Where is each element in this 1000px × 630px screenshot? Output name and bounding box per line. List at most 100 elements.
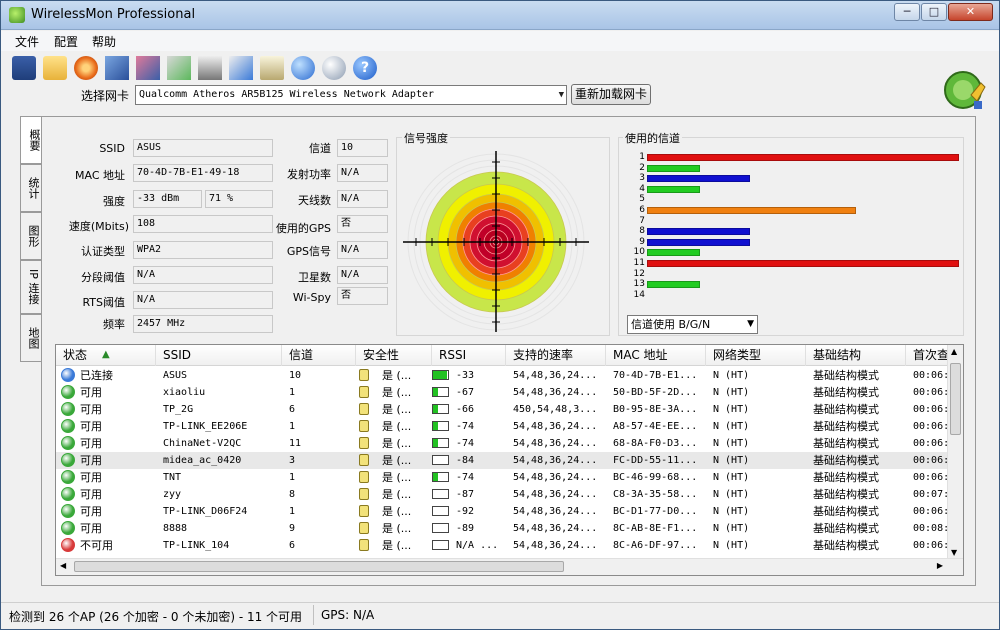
ap-first-seen: 00:07: xyxy=(913,489,950,500)
ap-infrastructure: 基础结构模式 xyxy=(813,505,879,518)
ap-security: 是 (... xyxy=(382,539,412,552)
horizontal-scrollbar[interactable]: ◀ ▶ xyxy=(56,558,963,575)
disc-icon[interactable] xyxy=(74,56,98,80)
col-security[interactable]: 安全性 xyxy=(356,345,432,366)
tab-ip-connection[interactable]: IP 连接 xyxy=(20,260,42,314)
ap-rssi: N/A ... xyxy=(456,540,499,551)
scroll-up-icon[interactable]: ▲ xyxy=(951,347,957,356)
col-channel[interactable]: 信道 xyxy=(282,345,356,366)
table-row[interactable]: 可用 TP_2G 6 是 (... -66 450,54,48,3... B0-95-8E-… xyxy=(56,401,949,418)
col-rssi[interactable]: RSSI xyxy=(432,345,506,366)
channel-row: 7 xyxy=(629,216,969,227)
ap-rssi: -74 xyxy=(456,438,475,449)
table-row[interactable]: 可用 TP-LINK_D06F24 1 是 (... -92 54,48,36,24...… xyxy=(56,503,949,520)
channel-number: 13 xyxy=(633,279,645,290)
close-button[interactable]: ✕ xyxy=(948,3,993,21)
tab-map[interactable]: 地图 xyxy=(20,314,42,362)
rssi-meter-fill xyxy=(433,405,438,413)
globe-icon[interactable] xyxy=(291,56,315,80)
ap-network-type: N (HT) xyxy=(713,370,750,381)
run-icon[interactable] xyxy=(167,56,191,80)
channel-usage-select[interactable]: 信道使用 B/G/N ▼ xyxy=(627,315,758,334)
save-icon[interactable] xyxy=(12,56,36,80)
title-bar[interactable]: WirelessMon Professional ─ □ ✕ xyxy=(1,1,999,30)
ap-network-type: N (HT) xyxy=(713,489,750,500)
ap-security: 是 (... xyxy=(382,403,412,416)
menu-config[interactable]: 配置 xyxy=(54,33,78,50)
col-infrastructure[interactable]: 基础结构 xyxy=(806,345,906,366)
ap-rssi: -74 xyxy=(456,421,475,432)
rssi-meter-fill xyxy=(433,439,438,447)
lock-icon xyxy=(359,420,369,432)
table-row[interactable]: 可用 xiaoliu 1 是 (... -67 54,48,36,24... 50-BD-5… xyxy=(56,384,949,401)
table-row[interactable]: 不可用 TP-LINK_104 6 是 (... N/A ... 54,48,36,24.… xyxy=(56,537,949,554)
ap-mac: 70-4D-7B-E1... xyxy=(613,370,698,381)
col-first-seen[interactable]: 首次查 xyxy=(906,345,949,366)
channel-row: 13 xyxy=(629,279,969,290)
lock-icon xyxy=(359,471,369,483)
satellites-label: 卫星数 xyxy=(298,271,331,284)
adapter-select[interactable]: Qualcomm Atheros AR5B125 Wireless Networ… xyxy=(135,85,567,105)
tab-graph[interactable]: 图形 xyxy=(20,212,42,260)
adapter-row: 选择网卡 Qualcomm Atheros AR5B125 Wireless N… xyxy=(1,84,999,108)
channel-number: 10 xyxy=(633,247,645,258)
freq-field: 2457 MHz xyxy=(133,315,273,333)
connect-icon[interactable] xyxy=(322,56,346,80)
ap-network-type: N (HT) xyxy=(713,404,750,415)
table-row[interactable]: 可用 ChinaNet-V2QC 11 是 (... -74 54,48,36,24...… xyxy=(56,435,949,452)
tab-overview[interactable]: 概要 xyxy=(20,116,42,164)
reload-adapter-button[interactable]: 重新加载网卡 xyxy=(571,84,651,105)
ap-status: 可用 xyxy=(80,403,102,416)
export-icon[interactable] xyxy=(229,56,253,80)
vertical-scroll-thumb[interactable] xyxy=(950,363,961,435)
open-folder-icon[interactable] xyxy=(43,56,67,80)
menu-help[interactable]: 帮助 xyxy=(92,33,116,50)
minimize-button[interactable]: ─ xyxy=(894,3,920,21)
ap-infrastructure: 基础结构模式 xyxy=(813,420,879,433)
col-status[interactable]: 状态 ▲ xyxy=(56,345,156,366)
col-mac[interactable]: MAC 地址 xyxy=(606,345,706,366)
ap-security: 是 (... xyxy=(382,369,412,382)
ap-infrastructure: 基础结构模式 xyxy=(813,386,879,399)
mac-label: MAC 地址 xyxy=(75,169,125,182)
col-network-type[interactable]: 网络类型 xyxy=(706,345,806,366)
ap-first-seen: 00:06: xyxy=(913,506,950,517)
scroll-down-icon[interactable]: ▼ xyxy=(951,548,957,557)
table-row[interactable]: 可用 zyy 8 是 (... -87 54,48,36,24... C8-3A-35-58… xyxy=(56,486,949,503)
table-row[interactable]: 可用 TNT 1 是 (... -74 54,48,36,24... BC-46-99-68… xyxy=(56,469,949,486)
strength-dbm-field: -33 dBm xyxy=(133,190,202,208)
status-dot-icon xyxy=(61,402,75,416)
channel-number: 8 xyxy=(639,226,645,237)
network-settings-icon[interactable] xyxy=(136,56,160,80)
vertical-scrollbar[interactable]: ▲ ▼ xyxy=(947,345,963,559)
channel-usage-bar xyxy=(647,281,700,289)
table-row[interactable]: 可用 midea_ac_0420 3 是 (... -84 54,48,36,24... F… xyxy=(56,452,949,469)
tab-statistics[interactable]: 统计 xyxy=(20,164,42,212)
channel-number: 6 xyxy=(639,205,645,215)
scroll-right-icon[interactable]: ▶ xyxy=(937,561,943,570)
lock-icon xyxy=(359,539,369,551)
network-icon[interactable] xyxy=(105,56,129,80)
channel-row: 6 xyxy=(629,205,969,216)
ap-infrastructure: 基础结构模式 xyxy=(813,454,879,467)
col-ssid[interactable]: SSID xyxy=(156,345,282,366)
table-row[interactable]: 已连接 ASUS 10 是 (... -33 54,48,36,24... 70-4D-7B… xyxy=(56,367,949,384)
speed-label: 速度(Mbits) xyxy=(68,220,129,233)
table-row[interactable]: 可用 8888 9 是 (... -89 54,48,36,24... 8C-AB-8E-F… xyxy=(56,520,949,537)
menu-file[interactable]: 文件 xyxy=(15,33,39,50)
help-icon[interactable]: ? xyxy=(353,56,377,80)
ap-channel: 1 xyxy=(289,472,296,483)
auth-field: WPA2 xyxy=(133,241,273,259)
horizontal-scroll-thumb[interactable] xyxy=(74,561,564,572)
maximize-button[interactable]: □ xyxy=(921,3,947,21)
ap-infrastructure: 基础结构模式 xyxy=(813,437,879,450)
ap-channel: 1 xyxy=(289,506,296,517)
ap-ssid: zyy xyxy=(163,489,182,500)
table-row[interactable]: 可用 TP-LINK_EE206E 1 是 (... -74 54,48,36,24...… xyxy=(56,418,949,435)
col-rates[interactable]: 支持的速率 xyxy=(506,345,606,366)
scroll-left-icon[interactable]: ◀ xyxy=(60,561,66,570)
rssi-meter xyxy=(432,506,449,516)
print-icon[interactable] xyxy=(198,56,222,80)
clipboard-icon[interactable] xyxy=(260,56,284,80)
status-dot-icon xyxy=(61,470,75,484)
